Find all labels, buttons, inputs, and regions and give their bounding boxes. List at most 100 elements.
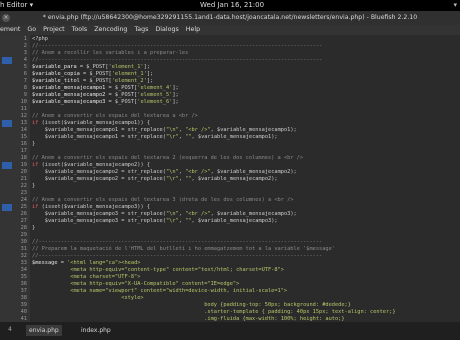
tray-menu-icon[interactable]: ▾ bbox=[453, 0, 457, 11]
fold-cell bbox=[2, 190, 12, 197]
code-token-default: = $_POST[ bbox=[76, 64, 109, 70]
line-number: 8 bbox=[23, 85, 27, 91]
fold-cell bbox=[2, 274, 12, 281]
menu-go[interactable]: Go bbox=[27, 25, 36, 35]
line-number: 38 bbox=[20, 295, 27, 301]
line-number: 24 bbox=[20, 197, 27, 203]
line-number: 5 bbox=[23, 64, 27, 70]
line-number: 28 bbox=[20, 225, 27, 231]
code-token-default: (isset($variable_mensajecampo1)) { bbox=[38, 120, 151, 126]
line-number: 1 bbox=[23, 36, 27, 42]
code-line[interactable]: // Anem a convertir els espais del texta… bbox=[32, 197, 294, 204]
code-token-default: , $variable_mensajecampo1); bbox=[191, 134, 278, 140]
line-number: 4 bbox=[23, 57, 27, 63]
line-number: 39 bbox=[20, 302, 27, 308]
code-line[interactable]: //--------------------------------------… bbox=[32, 253, 322, 260]
line-number: 26 bbox=[20, 211, 27, 217]
code-line[interactable]: <?php bbox=[32, 36, 48, 43]
window-title: * envia.php (ftp://u58642300@home3292911… bbox=[42, 14, 418, 21]
code-line[interactable]: //--------------------------------------… bbox=[32, 239, 322, 246]
menu-help[interactable]: Help bbox=[186, 25, 200, 35]
line-number: 15 bbox=[20, 134, 27, 140]
code-line[interactable]: $variable_para = $_POST['element_1']; bbox=[32, 64, 150, 71]
tab-count: 4 bbox=[8, 326, 12, 333]
code-token-default: , $variable_mensajecampo1); bbox=[210, 127, 297, 133]
code-line[interactable]: $message = '<html lang="ca"><head> bbox=[32, 260, 140, 267]
menu-element[interactable]: ement bbox=[0, 25, 20, 35]
fold-cell bbox=[2, 155, 12, 162]
code-line[interactable]: // Preparem la maquetació de l'HTML del … bbox=[32, 246, 335, 253]
tab-envia-php[interactable]: envia.php bbox=[26, 325, 62, 336]
code-line[interactable]: } bbox=[32, 183, 35, 190]
code-token-string: "<br />" bbox=[185, 169, 211, 175]
code-token-default: ]; bbox=[146, 78, 154, 84]
code-line[interactable]: $variable_mensajecampo2 = str_replace("\… bbox=[32, 176, 278, 183]
code-line[interactable]: <meta http-equiv="content-type" content=… bbox=[32, 267, 284, 274]
code-token-string: "\n" bbox=[165, 127, 179, 133]
code-token-comment: // Preparem la maquetació de l'HTML del … bbox=[32, 246, 335, 252]
line-number: 13 bbox=[20, 120, 27, 126]
menu-tags[interactable]: Tags bbox=[134, 25, 148, 35]
code-line[interactable]: //--------------------------------------… bbox=[32, 43, 322, 50]
code-line[interactable]: body {padding-top: 50px; background: #de… bbox=[32, 302, 351, 309]
fold-marker[interactable] bbox=[2, 120, 12, 127]
line-number: 37 bbox=[20, 288, 27, 294]
fold-marker[interactable] bbox=[2, 57, 12, 64]
code-token-comment: // Anem a convertir els espais del texta… bbox=[32, 155, 304, 161]
code-line[interactable]: $variable_mensajecampo3 = $_POST['elemen… bbox=[32, 99, 179, 106]
code-token-default: $variable_mensajecampo2 = str_replace( bbox=[32, 169, 166, 175]
code-line[interactable]: <style> bbox=[32, 295, 143, 302]
code-token-default: (isset($variable_mensajecampo3)) { bbox=[38, 204, 151, 210]
fold-cell bbox=[2, 50, 12, 57]
fold-cell bbox=[2, 176, 12, 183]
code-line[interactable]: //--------------------------------------… bbox=[32, 57, 322, 64]
close-icon[interactable]: × bbox=[2, 14, 10, 22]
tab-index-php[interactable]: index.php bbox=[78, 325, 114, 336]
code-line[interactable]: .starter-template { padding: 40px 15px; … bbox=[32, 309, 395, 316]
code-line[interactable]: $variable_titol = $_POST['element_2']; bbox=[32, 78, 153, 85]
menu-zencoding[interactable]: Zencoding bbox=[94, 25, 127, 35]
line-number: 16 bbox=[20, 141, 27, 147]
code-line[interactable]: $variable_mensajecampo2 = str_replace("\… bbox=[32, 169, 297, 176]
fold-cell bbox=[2, 141, 12, 148]
line-number: 11 bbox=[20, 106, 27, 112]
menu-tools[interactable]: Tools bbox=[72, 25, 88, 35]
code-line[interactable]: } bbox=[32, 141, 35, 148]
code-token-string: 'element_5' bbox=[137, 92, 173, 98]
code-line[interactable]: <meta http-equiv="X-UA-Compatible" conte… bbox=[32, 281, 239, 288]
code-line[interactable]: } bbox=[32, 225, 35, 232]
code-line[interactable]: $variable_mensajecampo3 = str_replace("\… bbox=[32, 211, 297, 218]
code-editor[interactable]: 1 <?php 2 //-------------------------------… bbox=[0, 35, 460, 322]
code-line[interactable]: if (isset($variable_mensajecampo2)) { bbox=[32, 162, 150, 169]
code-line[interactable]: $variable_copia = $_POST['element_1']; bbox=[32, 71, 153, 78]
line-number: 14 bbox=[20, 127, 27, 133]
code-line[interactable]: // Anem a convertir els espais del texta… bbox=[32, 113, 198, 120]
code-token-string: 'element_2' bbox=[111, 78, 147, 84]
code-line[interactable]: $variable_mensajecampo3 = str_replace("\… bbox=[32, 218, 278, 225]
code-line[interactable]: <meta charset="UTF-8"> bbox=[32, 274, 140, 281]
fold-cell bbox=[2, 267, 12, 274]
code-line[interactable]: if (isset($variable_mensajecampo3)) { bbox=[32, 204, 150, 211]
code-line[interactable]: $variable_mensajecampo2 = $_POST['elemen… bbox=[32, 92, 179, 99]
code-line[interactable]: <meta name="viewport" content="width=dev… bbox=[32, 288, 287, 295]
code-token-default: = $_POST[ bbox=[105, 99, 138, 105]
code-line[interactable]: $variable_mensajecampo1 = $_POST['elemen… bbox=[32, 85, 179, 92]
app-menu[interactable]: h Editor ▾ bbox=[0, 0, 33, 11]
code-line[interactable]: $variable_mensajecampo1 = str_replace("\… bbox=[32, 127, 297, 134]
code-line[interactable]: // Anem a convertir els espais del texta… bbox=[32, 155, 303, 162]
line-number: 20 bbox=[20, 169, 27, 175]
code-token-comment: // Anem a recollir les variables i a pre… bbox=[32, 50, 189, 56]
fold-cell bbox=[2, 169, 12, 176]
fold-cell bbox=[2, 302, 12, 309]
clock[interactable]: Wed Jan 16, 21:00 bbox=[200, 0, 264, 11]
fold-marker[interactable] bbox=[2, 204, 12, 211]
code-token-default: ]; bbox=[172, 85, 179, 91]
code-line[interactable]: // Anem a recollir les variables i a pre… bbox=[32, 50, 188, 57]
menu-project[interactable]: Project bbox=[43, 25, 65, 35]
line-number: 32 bbox=[20, 253, 27, 259]
fold-marker[interactable] bbox=[2, 162, 12, 169]
menu-dialogs[interactable]: Dialogs bbox=[155, 25, 178, 35]
code-line[interactable]: if (isset($variable_mensajecampo1)) { bbox=[32, 120, 150, 127]
code-token-string: "\n" bbox=[165, 211, 179, 217]
code-line[interactable]: $variable_mensajecampo1 = str_replace("\… bbox=[32, 134, 278, 141]
